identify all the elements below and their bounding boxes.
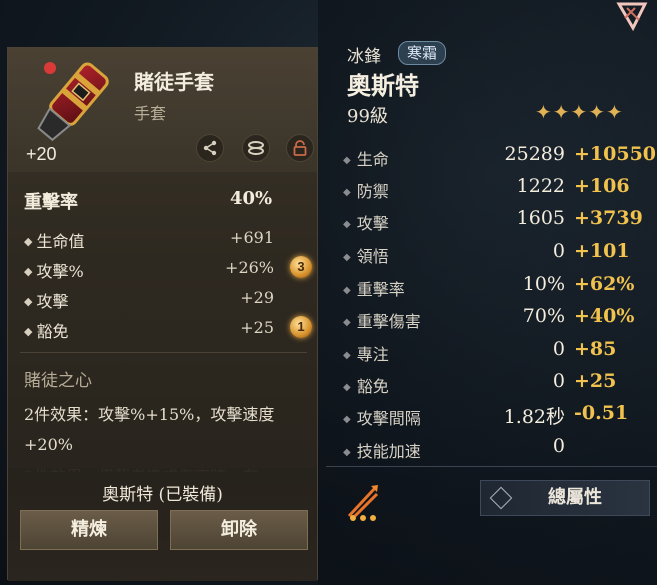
attribute-label: 重擊傷害 <box>356 312 421 331</box>
attribute-row: ◆ 重擊率 10% +62% <box>343 273 643 304</box>
compare-button[interactable] <box>242 134 270 162</box>
diamond-icon: ◆ <box>343 350 351 361</box>
character-name: 奧斯特 <box>347 71 419 100</box>
item-level: +20 <box>26 144 57 164</box>
diamond-icon: ◆ <box>343 219 351 230</box>
diamond-icon: ◆ <box>343 252 351 263</box>
refine-button[interactable]: 精煉 <box>20 510 158 550</box>
diamond-icon: ◆ <box>343 155 351 166</box>
attribute-base: 0 <box>552 338 565 360</box>
attribute-row: ◆ 攻擊間隔 1.82秒 -0.51 <box>343 402 643 433</box>
attribute-row: ◆ 技能加速 0 <box>343 435 643 466</box>
set-description: 2件效果：攻擊%+15%，攻擊速度+20% <box>24 405 275 454</box>
roll-count-badge: 3 <box>290 256 312 278</box>
attribute-label: 生命 <box>356 150 389 169</box>
attribute-base: 25289 <box>504 143 565 165</box>
diamond-icon: ◆ <box>343 187 351 198</box>
substat-label: 豁免 <box>36 322 69 341</box>
star-rating: ✦✦✦✦✦ <box>535 100 624 124</box>
attribute-row: ◆ 重擊傷害 70% +40% <box>343 305 643 336</box>
main-stat-label: 重擊率 <box>24 192 78 213</box>
share-button[interactable] <box>196 134 224 162</box>
attribute-base: 1222 <box>516 175 565 197</box>
attribute-base: 1.82秒 <box>503 406 565 428</box>
gauntlet-icon <box>28 56 116 152</box>
attribute-bonus: +3739 <box>574 207 643 229</box>
attribute-row: ◆ 防禦 1222 +106 <box>343 175 643 206</box>
attribute-label: 技能加速 <box>356 442 421 461</box>
attribute-row: ◆ 生命 25289 +10550 <box>343 143 656 174</box>
substat-label: 生命值 <box>36 232 85 251</box>
attribute-row: ◆ 攻擊 1605 +3739 <box>343 207 643 238</box>
attribute-bonus: +101 <box>574 240 630 262</box>
attribute-label: 重擊率 <box>356 280 405 299</box>
share-icon <box>203 140 217 156</box>
diamond-icon: ◆ <box>24 265 33 278</box>
total-attributes-button[interactable]: 總屬性 <box>480 480 650 516</box>
substat-label: 攻擊% <box>36 262 84 281</box>
attribute-bonus: +25 <box>574 370 617 392</box>
set-title: 賭徒之心 <box>24 371 92 391</box>
item-type: 手套 <box>134 104 167 123</box>
attribute-label: 專注 <box>356 345 389 364</box>
element-tag: 寒霜 <box>398 41 447 65</box>
compare-icon <box>248 141 264 155</box>
main-stat-value: 40% <box>230 188 273 209</box>
attribute-bonus: +106 <box>574 175 630 197</box>
attribute-bonus: +85 <box>574 338 617 360</box>
attribute-label: 防禦 <box>356 182 389 201</box>
attribute-base: 0 <box>552 240 565 262</box>
roll-count-badge: 1 <box>290 316 312 338</box>
substat-row: ◆ 豁免 +25 1 <box>24 316 314 342</box>
substat-value: +29 <box>240 288 274 307</box>
crossed-arrows-icon <box>345 482 381 522</box>
item-card: +20 賭徒手套 手套 重擊率 40% ◆ 生命值 +691 ◆ 攻擊% +26% … <box>7 47 318 581</box>
substat-value: +26% <box>225 258 274 277</box>
character-level: 99級 <box>347 106 388 127</box>
attribute-bonus: +40% <box>574 305 635 327</box>
substat-label: 攻擊 <box>36 292 69 311</box>
attribute-row: ◆ 豁免 0 +25 <box>343 370 643 401</box>
divider <box>20 352 307 353</box>
attribute-label: 豁免 <box>356 377 389 396</box>
equipped-label: 奧斯特 (已裝備) <box>102 485 223 505</box>
attribute-base: 10% <box>522 273 565 295</box>
lock-button[interactable] <box>286 134 314 162</box>
attribute-row: ◆ 專注 0 +85 <box>343 338 643 369</box>
item-name: 賭徒手套 <box>134 70 214 94</box>
attribute-base: 0 <box>552 435 565 457</box>
attribute-base: 70% <box>522 305 565 327</box>
substat-value: +691 <box>230 228 274 247</box>
attribute-row: ◆ 領悟 0 +101 <box>343 240 643 271</box>
substat-row: ◆ 生命值 +691 <box>24 228 314 252</box>
emblem-icon[interactable] <box>615 0 651 32</box>
diamond-icon: ◆ <box>343 317 351 328</box>
remove-button[interactable]: 卸除 <box>170 510 308 550</box>
attribute-label: 攻擊 <box>356 214 389 233</box>
attribute-bonus: +62% <box>574 273 635 295</box>
attribute-label: 領悟 <box>356 247 389 266</box>
attribute-label: 攻擊間隔 <box>356 409 421 428</box>
diamond-icon: ◆ <box>343 285 351 296</box>
substat-value: +25 <box>240 318 274 337</box>
diamond-icon: ◆ <box>343 414 351 425</box>
diamond-icon: ◆ <box>24 235 33 248</box>
attribute-base: 0 <box>552 370 565 392</box>
diamond-icon: ◆ <box>24 295 33 308</box>
diamond-icon: ◆ <box>24 325 33 338</box>
attribute-base: 1605 <box>516 207 565 229</box>
attribute-bonus: +10550 <box>574 143 657 165</box>
divider <box>326 466 657 467</box>
total-attributes-label: 總屬性 <box>548 487 602 508</box>
diamond-icon: ◆ <box>343 382 351 393</box>
substat-row: ◆ 攻擊% +26% 3 <box>24 256 314 282</box>
lock-icon <box>293 140 307 156</box>
attribute-bonus: -0.51 <box>574 402 629 424</box>
substat-row: ◆ 攻擊 +29 <box>24 288 314 312</box>
character-element: 冰鋒 <box>347 47 381 67</box>
diamond-icon: ◆ <box>343 447 351 458</box>
